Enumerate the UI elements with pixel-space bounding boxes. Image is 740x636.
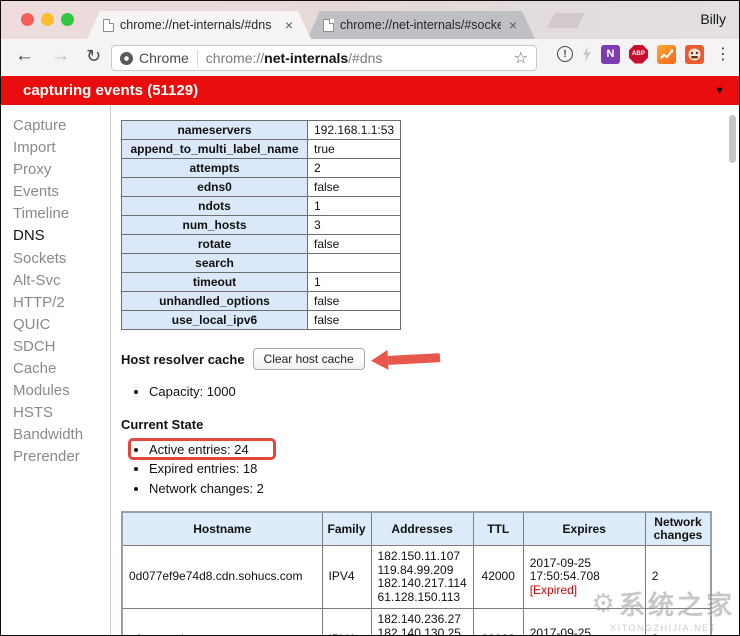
page-icon bbox=[323, 19, 334, 32]
window-controls bbox=[21, 13, 74, 26]
sidebar-item-import[interactable]: Import bbox=[13, 137, 110, 159]
sidebar-item-bandwidth[interactable]: Bandwidth bbox=[13, 424, 110, 446]
expires-cell: 2017-09-25 17:50:54.708 [Expired] bbox=[523, 546, 645, 609]
bookmark-star-icon[interactable]: ☆ bbox=[514, 48, 528, 68]
adblock-plus-extension-icon[interactable]: ABP bbox=[629, 45, 648, 64]
sidebar-item-sockets[interactable]: Sockets bbox=[13, 248, 110, 270]
chrome-origin-icon bbox=[120, 52, 133, 65]
expired-badge: [Expired] bbox=[530, 584, 639, 598]
capturing-events-label: capturing events (51129) bbox=[23, 82, 198, 99]
page-content: Capture Import Proxy Events Timeline DNS… bbox=[1, 105, 739, 636]
sidebar-item-dns[interactable]: DNS bbox=[13, 225, 110, 247]
scrollbar[interactable] bbox=[729, 115, 736, 163]
stats-extension-icon[interactable] bbox=[657, 45, 676, 64]
toolbar-actions: ! N ABP ⋮ bbox=[557, 44, 731, 64]
tab-close-icon[interactable]: × bbox=[285, 18, 293, 32]
table-row: num_hosts3 bbox=[122, 216, 401, 235]
sidebar-item-cache[interactable]: Cache bbox=[13, 358, 110, 380]
sidebar-item-hsts[interactable]: HSTS bbox=[13, 402, 110, 424]
clear-host-cache-button[interactable]: Clear host cache bbox=[253, 348, 365, 370]
annotation-arrow bbox=[370, 347, 440, 371]
table-row: a1.mzstatic.com IPV4 182.140.236.27 182.… bbox=[122, 609, 711, 636]
capacity-item: Capacity: 1000 bbox=[149, 384, 739, 400]
back-icon[interactable]: ← bbox=[15, 46, 34, 65]
new-tab-button[interactable] bbox=[547, 13, 585, 28]
url-scheme: chrome:// bbox=[206, 50, 264, 66]
network-changes-item: Network changes: 2 bbox=[149, 481, 739, 497]
page-icon bbox=[103, 19, 114, 32]
tab-sockets[interactable]: chrome://net-internals/#socke × bbox=[307, 11, 535, 39]
network-changes-cell: 2 bbox=[645, 609, 711, 636]
profile-name[interactable]: Billy bbox=[700, 11, 726, 27]
banner-dropdown-icon[interactable]: ▼ bbox=[714, 85, 725, 97]
tab-title: chrome://net-internals/#dns bbox=[120, 18, 277, 32]
table-row: 0d077ef9e74d8.cdn.sohucs.com IPV4 182.15… bbox=[122, 546, 711, 609]
expired-entries-item: Expired entries: 18 bbox=[149, 461, 739, 477]
lightning-icon[interactable] bbox=[582, 46, 592, 62]
sidebar-item-timeline[interactable]: Timeline bbox=[13, 203, 110, 225]
table-header-row: Hostname Family Addresses TTL Expires Ne… bbox=[122, 512, 711, 546]
sidebar-item-sdch[interactable]: SDCH bbox=[13, 336, 110, 358]
sidebar-item-prerender[interactable]: Prerender bbox=[13, 446, 110, 468]
table-row: rotatefalse bbox=[122, 235, 401, 254]
table-row: unhandled_optionsfalse bbox=[122, 292, 401, 311]
table-row: search bbox=[122, 254, 401, 273]
reload-icon[interactable]: ↻ bbox=[86, 47, 101, 66]
host-resolver-cache-heading: Host resolver cache bbox=[121, 352, 245, 367]
url-path: /#dns bbox=[348, 50, 382, 66]
sidebar-item-capture[interactable]: Capture bbox=[13, 115, 110, 137]
table-row: ndots1 bbox=[122, 197, 401, 216]
sidebar-item-quic[interactable]: QUIC bbox=[13, 314, 110, 336]
current-state-list: Active entries: 24 Expired entries: 18 N… bbox=[149, 442, 739, 497]
ttl-cell: 38000 bbox=[473, 609, 523, 636]
close-window-icon[interactable] bbox=[21, 13, 34, 26]
address-bar[interactable]: Chrome chrome://net-internals/#dns ☆ bbox=[111, 45, 537, 71]
sidebar-item-proxy[interactable]: Proxy bbox=[13, 159, 110, 181]
family-cell: IPV4 bbox=[322, 546, 371, 609]
table-row: use_local_ipv6false bbox=[122, 311, 401, 330]
url-text: chrome://net-internals/#dns bbox=[206, 50, 508, 66]
table-row: append_to_multi_label_nametrue bbox=[122, 140, 401, 159]
browser-menu-icon[interactable]: ⋮ bbox=[715, 44, 731, 64]
hostname-cell: a1.mzstatic.com bbox=[122, 609, 322, 636]
table-row: nameservers192.168.1.1:53 bbox=[122, 121, 401, 140]
capturing-events-banner: capturing events (51129) ▼ bbox=[1, 76, 739, 105]
zoom-window-icon[interactable] bbox=[61, 13, 74, 26]
table-row: attempts2 bbox=[122, 159, 401, 178]
family-cell: IPV4 bbox=[322, 609, 371, 636]
current-state-heading: Current State bbox=[121, 417, 739, 432]
sidebar-item-modules[interactable]: Modules bbox=[13, 380, 110, 402]
titlebar: chrome://net-internals/#dns × chrome://n… bbox=[1, 1, 739, 39]
sidebar: Capture Import Proxy Events Timeline DNS… bbox=[1, 105, 111, 636]
table-row: timeout1 bbox=[122, 273, 401, 292]
addresses-cell: 182.140.236.27 182.140.130.25 61.188.191… bbox=[371, 609, 473, 636]
browser-window: chrome://net-internals/#dns × chrome://n… bbox=[0, 0, 740, 636]
sidebar-item-events[interactable]: Events bbox=[13, 181, 110, 203]
network-changes-cell: 2 bbox=[645, 546, 711, 609]
capacity-list: Capacity: 1000 bbox=[149, 384, 739, 400]
dns-panel: nameservers192.168.1.1:53 append_to_mult… bbox=[111, 105, 739, 636]
ttl-cell: 42000 bbox=[473, 546, 523, 609]
tab-dns[interactable]: chrome://net-internals/#dns × bbox=[87, 11, 311, 39]
active-entries-item: Active entries: 24 bbox=[149, 442, 739, 458]
addresses-cell: 182.150.11.107 119.84.99.209 182.140.217… bbox=[371, 546, 473, 609]
expires-cell: 2017-09-25 17:51:23.473 bbox=[523, 609, 645, 636]
sidebar-item-altsvc[interactable]: Alt-Svc bbox=[13, 270, 110, 292]
host-cache-table: Hostname Family Addresses TTL Expires Ne… bbox=[121, 511, 712, 636]
emoji-extension-icon[interactable] bbox=[685, 45, 704, 64]
url-host: net-internals bbox=[264, 50, 348, 66]
dns-config-table: nameservers192.168.1.1:53 append_to_mult… bbox=[121, 120, 401, 330]
tab-title: chrome://net-internals/#socke bbox=[340, 18, 501, 32]
table-row: edns0false bbox=[122, 178, 401, 197]
info-icon[interactable]: ! bbox=[557, 46, 573, 62]
sidebar-item-http2[interactable]: HTTP/2 bbox=[13, 292, 110, 314]
tab-close-icon[interactable]: × bbox=[509, 18, 517, 32]
hostname-cell: 0d077ef9e74d8.cdn.sohucs.com bbox=[122, 546, 322, 609]
omnibox-divider bbox=[197, 50, 198, 66]
forward-icon[interactable]: → bbox=[51, 46, 70, 65]
minimize-window-icon[interactable] bbox=[41, 13, 54, 26]
origin-chip: Chrome bbox=[139, 50, 189, 66]
onenote-extension-icon[interactable]: N bbox=[601, 45, 620, 64]
